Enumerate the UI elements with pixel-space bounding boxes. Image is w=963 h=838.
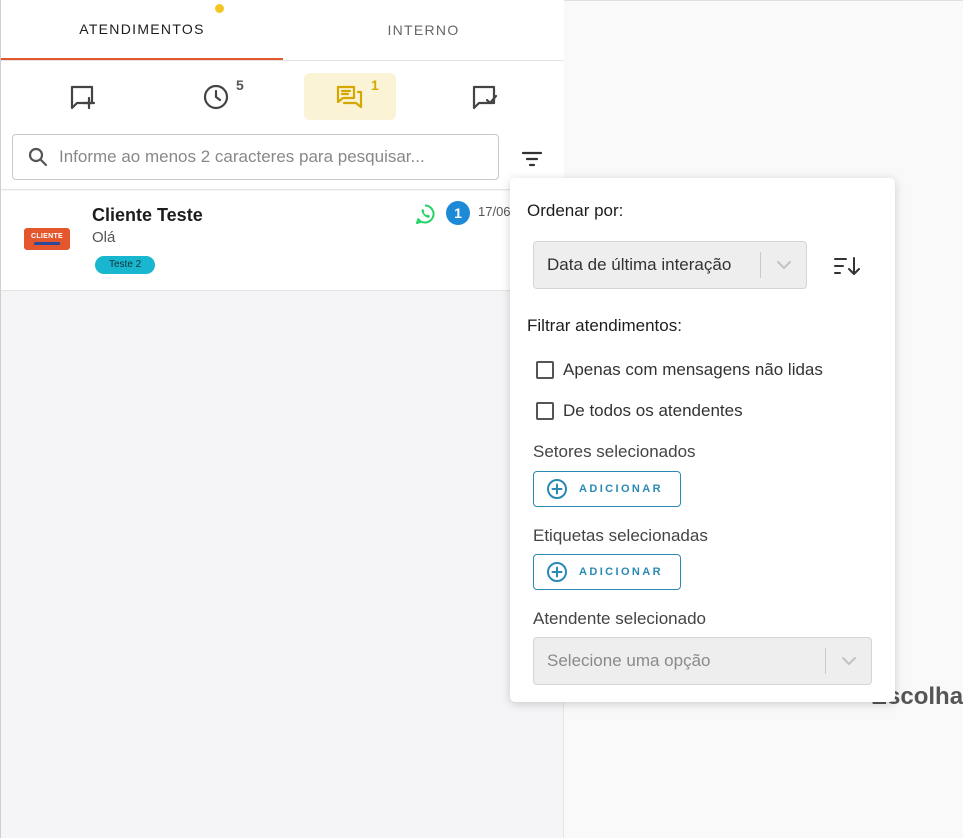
order-select[interactable]: Data de última interação <box>533 241 807 289</box>
ticket-status-filters: 5 1 <box>1 61 564 130</box>
attendant-select[interactable]: Selecione uma opção <box>533 637 872 685</box>
add-circle-icon <box>547 562 567 582</box>
add-sector-label: ADICIONAR <box>579 483 663 495</box>
add-circle-icon <box>547 479 567 499</box>
ticket-contact-name: Cliente Teste <box>92 205 203 225</box>
chat-check-icon <box>472 85 498 109</box>
sectors-label: Setores selecionados <box>533 442 696 461</box>
tab-interno[interactable]: INTERNO <box>283 0 564 60</box>
ticket-last-message: Olá <box>92 229 116 246</box>
order-heading: Ordenar por: <box>527 201 624 220</box>
chevron-down-icon <box>826 656 871 666</box>
client-logo-text: CLIENTE <box>30 233 64 240</box>
search-icon <box>28 147 48 167</box>
chevron-down-icon <box>761 260 806 270</box>
attendant-select-placeholder: Selecione uma opção <box>547 651 711 670</box>
tab-atendimentos-label: ATENDIMENTOS <box>79 21 205 37</box>
notification-dot <box>215 4 224 13</box>
open-tickets-button[interactable]: 1 <box>304 73 396 120</box>
tabs-bar: ATENDIMENTOS INTERNO <box>1 0 564 61</box>
open-count: 1 <box>371 77 379 93</box>
search-row <box>1 130 564 190</box>
filter-button[interactable] <box>516 144 548 172</box>
tab-atendimentos[interactable]: ATENDIMENTOS <box>1 0 283 60</box>
ticket-item[interactable]: CLIENTE Cliente Teste Olá Teste 2 1 17/0… <box>1 191 564 291</box>
search-box <box>12 134 499 180</box>
filter-icon <box>521 151 543 167</box>
unread-only-option[interactable]: Apenas com mensagens não lidas <box>536 360 823 380</box>
attendant-label: Atendente selecionado <box>533 609 706 628</box>
order-select-value: Data de última interação <box>547 255 732 274</box>
ticket-tag: Teste 2 <box>95 256 156 274</box>
filter-heading: Filtrar atendimentos: <box>527 316 682 335</box>
all-attendants-checkbox[interactable] <box>536 402 554 420</box>
filter-popover: Ordenar por: Data de última interação Fi… <box>510 178 895 702</box>
tickets-panel: ATENDIMENTOS INTERNO 5 1 Informe ao meno… <box>0 0 564 838</box>
add-sector-button[interactable]: ADICIONAR <box>533 471 681 507</box>
add-tag-label: ADICIONAR <box>579 566 663 578</box>
tags-label: Etiquetas selecionadas <box>533 526 708 545</box>
add-tag-button[interactable]: ADICIONAR <box>533 554 681 590</box>
all-attendants-label: De todos os atendentes <box>563 401 743 420</box>
new-ticket-button[interactable] <box>36 73 128 120</box>
unread-only-checkbox[interactable] <box>536 361 554 379</box>
whatsapp-icon <box>416 204 435 224</box>
ticket-date: 17/06 <box>478 204 511 219</box>
pending-tickets-button[interactable]: 5 <box>170 73 262 120</box>
unread-only-label: Apenas com mensagens não lidas <box>563 360 823 379</box>
avatar: CLIENTE <box>23 215 71 263</box>
sort-direction-icon[interactable] <box>832 254 862 278</box>
unread-badge: 1 <box>446 201 470 225</box>
chats-icon <box>336 85 363 108</box>
chat-plus-icon <box>70 85 96 109</box>
closed-tickets-button[interactable] <box>438 73 530 120</box>
all-attendants-option[interactable]: De todos os atendentes <box>536 401 743 421</box>
client-logo: CLIENTE <box>24 228 70 250</box>
tab-interno-label: INTERNO <box>387 22 460 38</box>
clock-icon <box>203 84 229 109</box>
pending-count: 5 <box>236 77 244 93</box>
search-input[interactable] <box>59 147 479 167</box>
